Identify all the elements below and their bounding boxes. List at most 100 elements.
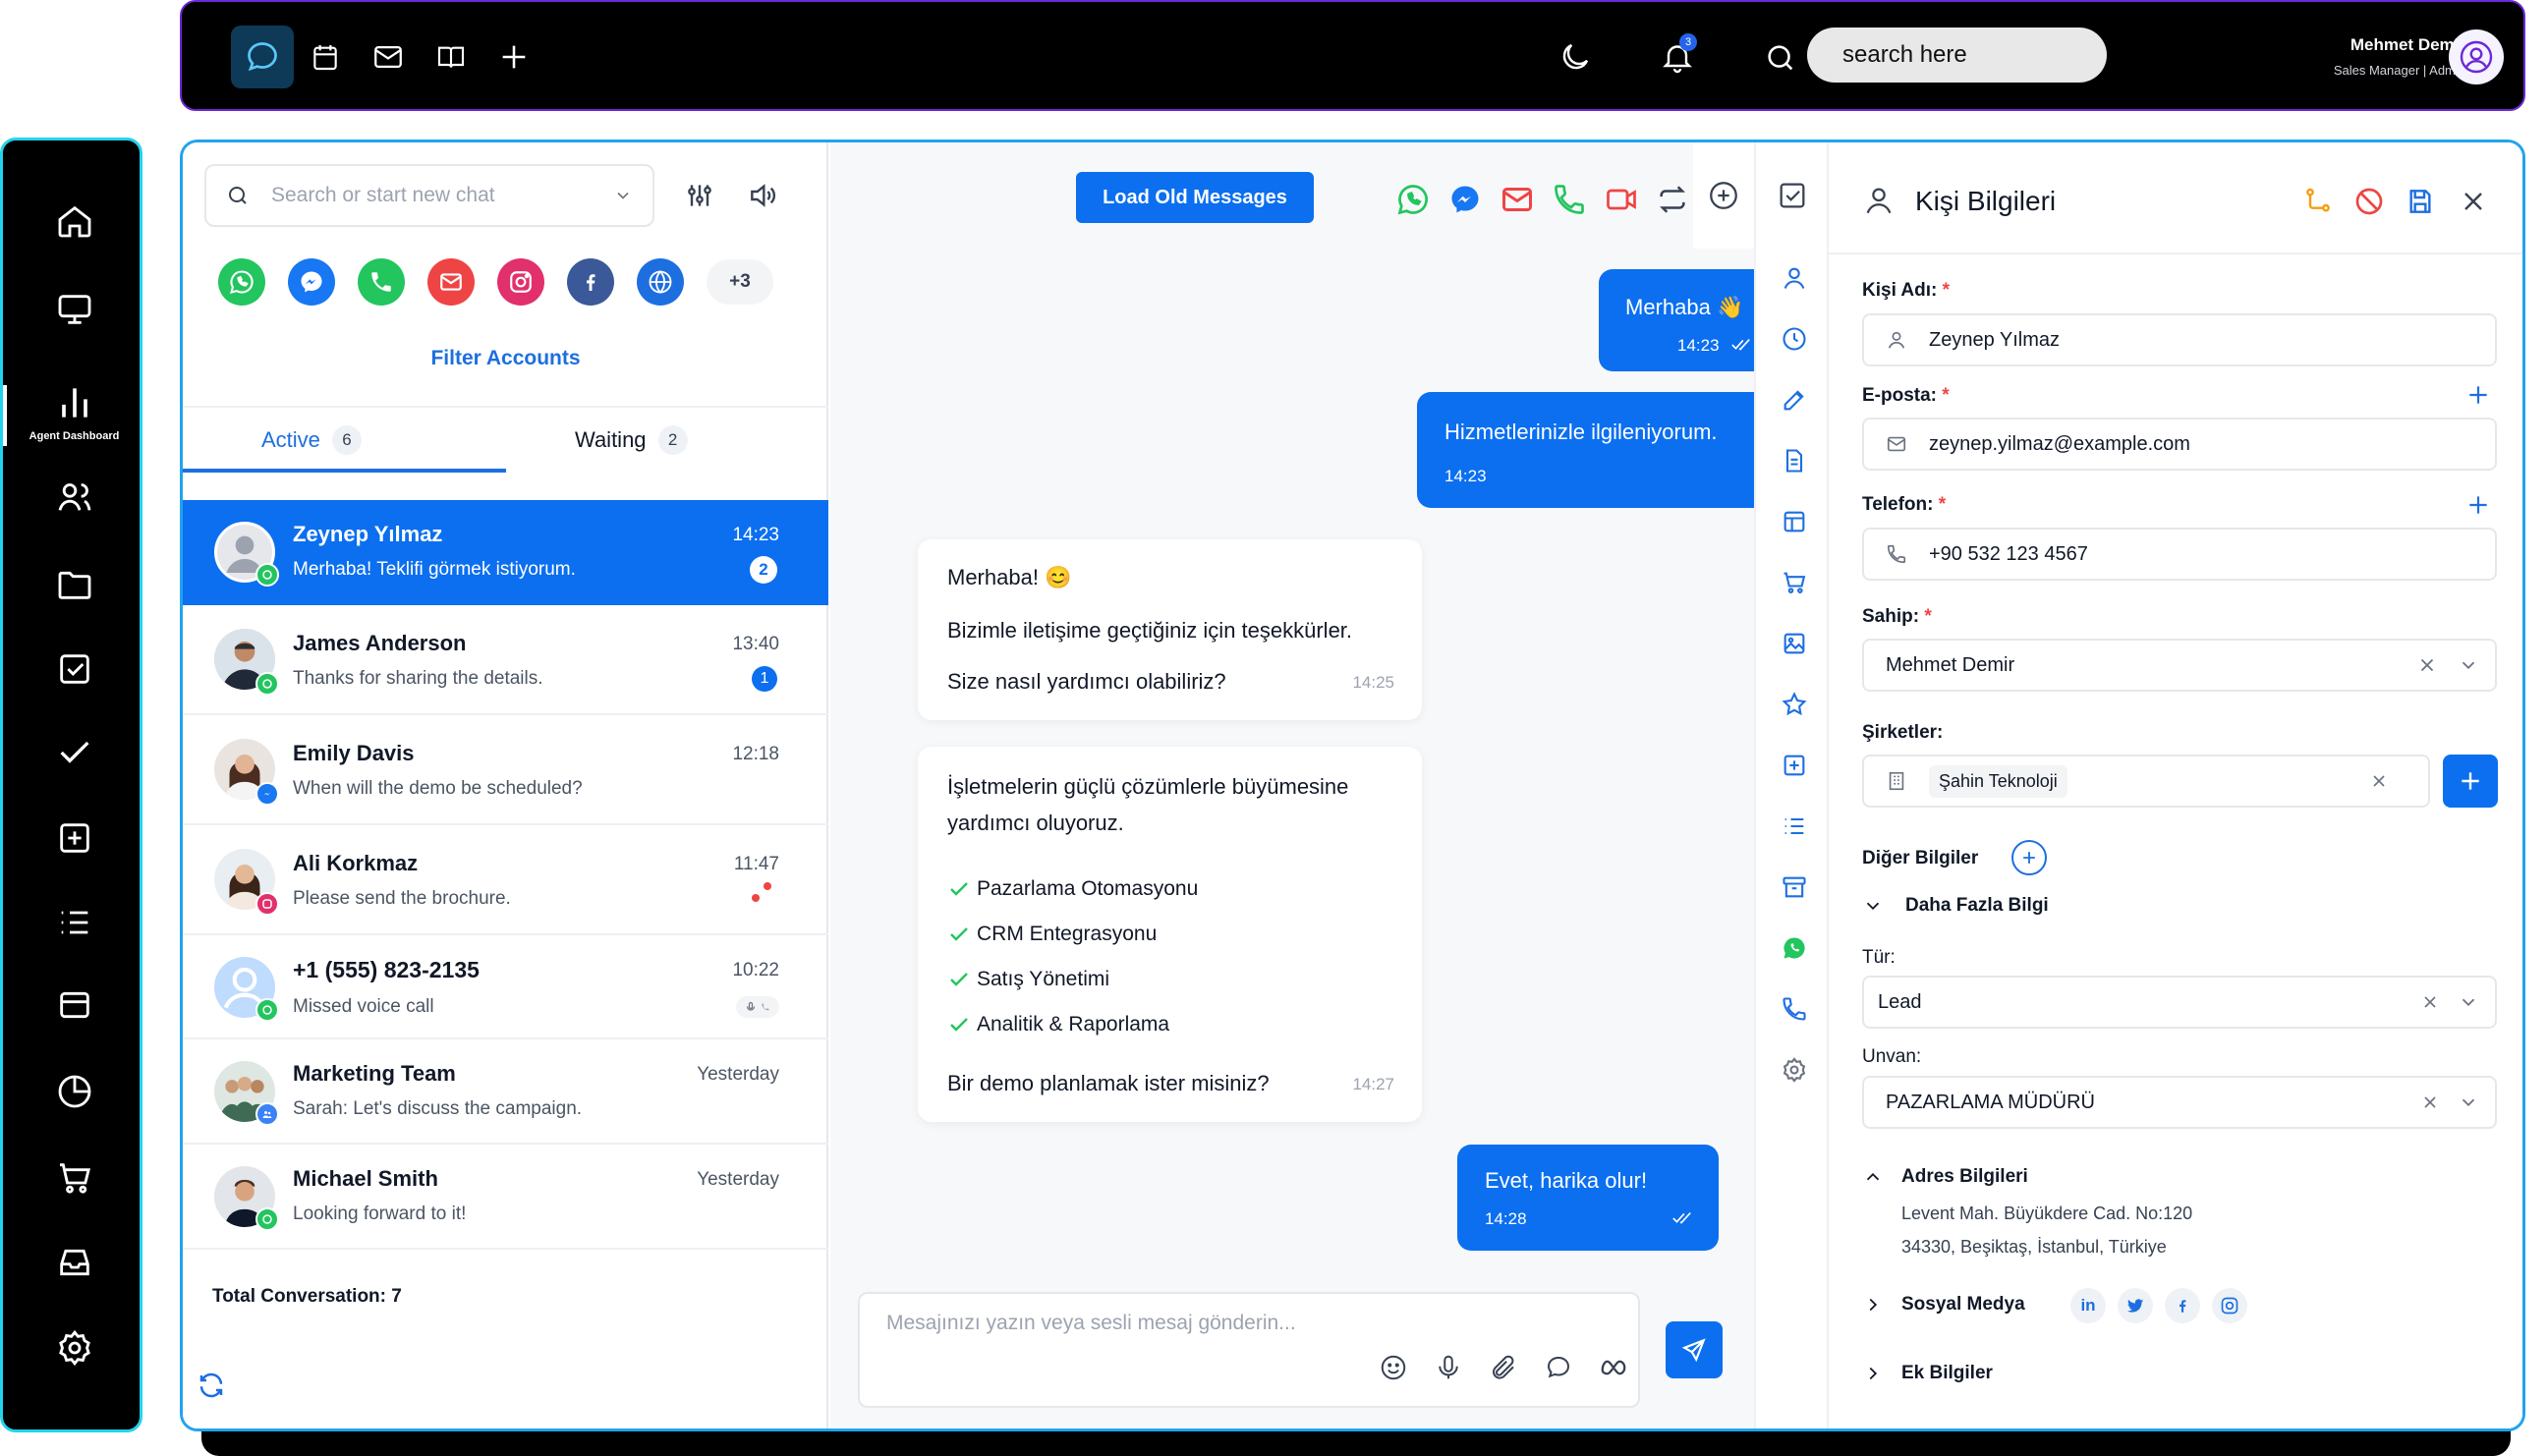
microphone-icon[interactable] xyxy=(1434,1353,1463,1382)
chevron-down-icon[interactable] xyxy=(2458,654,2479,676)
person-icon[interactable] xyxy=(1781,264,1808,292)
facebook-icon[interactable] xyxy=(567,258,614,306)
chat-search-input[interactable]: Search or start new chat xyxy=(204,164,654,227)
meta-icon[interactable] xyxy=(1599,1353,1628,1382)
load-old-messages-button[interactable]: Load Old Messages xyxy=(1076,172,1314,223)
settings-icon[interactable] xyxy=(1781,1056,1808,1084)
repeat-icon[interactable] xyxy=(1656,183,1689,216)
mail-icon[interactable] xyxy=(427,258,475,306)
calendar-icon[interactable] xyxy=(294,26,357,88)
clear-icon[interactable] xyxy=(2420,992,2440,1012)
conversation-item-selected[interactable]: Zeynep Yılmaz Merhaba! Teklifi görmek is… xyxy=(183,500,828,605)
more-accounts-button[interactable]: +3 xyxy=(707,259,773,305)
add-company-button[interactable] xyxy=(2443,755,2498,808)
remove-tag-icon[interactable] xyxy=(2369,771,2389,791)
globe-icon[interactable] xyxy=(637,258,684,306)
sidebar-item-tasks[interactable] xyxy=(3,649,145,689)
chevron-down-icon[interactable] xyxy=(613,186,633,205)
whatsapp-icon[interactable] xyxy=(1781,934,1808,962)
messenger-icon[interactable] xyxy=(288,258,335,306)
chat-icon[interactable] xyxy=(231,26,294,88)
conversation-item[interactable]: James Anderson Thanks for sharing the de… xyxy=(183,605,828,715)
tab-active[interactable]: Active 6 xyxy=(261,408,362,473)
twitter-icon[interactable] xyxy=(2118,1288,2153,1323)
close-icon[interactable] xyxy=(2458,186,2489,217)
sidebar-item-check[interactable] xyxy=(3,733,145,772)
mail-icon[interactable] xyxy=(357,26,420,88)
chevron-down-icon[interactable] xyxy=(2458,991,2479,1013)
send-button[interactable] xyxy=(1666,1321,1723,1378)
conversation-item[interactable]: Ali Korkmaz Please send the brochure. 11… xyxy=(183,825,828,935)
add-phone-icon[interactable] xyxy=(2465,492,2491,518)
sidebar-item-monitor[interactable] xyxy=(3,290,145,329)
emoji-icon[interactable] xyxy=(1379,1353,1408,1382)
task-check-icon[interactable] xyxy=(1756,142,1829,249)
sidebar-item-add[interactable] xyxy=(3,818,145,858)
sidebar-item-folder[interactable] xyxy=(3,565,145,604)
video-icon[interactable] xyxy=(1604,182,1639,217)
phone-field[interactable]: +90 532 123 4567 xyxy=(1862,528,2497,581)
cart-icon[interactable] xyxy=(1781,569,1808,596)
document-icon[interactable] xyxy=(1781,447,1808,475)
messenger-icon[interactable] xyxy=(1447,182,1483,217)
filter-accounts-link[interactable]: Filter Accounts xyxy=(183,347,828,370)
sliders-icon[interactable] xyxy=(684,180,715,211)
save-icon[interactable] xyxy=(2405,186,2436,217)
clear-icon[interactable] xyxy=(2416,654,2438,676)
companies-field[interactable]: Şahin Teknoloji xyxy=(1862,755,2430,808)
archive-icon[interactable] xyxy=(1781,873,1808,901)
extra-info-toggle[interactable]: Ek Bilgiler xyxy=(1862,1363,1993,1384)
type-select[interactable]: Lead xyxy=(1862,976,2497,1029)
star-icon[interactable] xyxy=(1781,691,1808,718)
message-composer[interactable]: Mesajınızı yazın veya sesli mesaj gönder… xyxy=(858,1292,1640,1408)
phone-icon[interactable] xyxy=(1781,995,1808,1023)
avatar[interactable] xyxy=(2449,29,2504,84)
sidebar-item-list[interactable] xyxy=(3,903,145,942)
email-field[interactable]: zeynep.yilmaz@example.com xyxy=(1862,418,2497,471)
more-info-toggle[interactable]: Daha Fazla Bilgi xyxy=(1862,895,2049,917)
search-icon[interactable] xyxy=(1764,41,1797,75)
conversation-item[interactable]: +1 (555) 823-2135 Missed voice call 10:2… xyxy=(183,935,828,1039)
block-icon[interactable] xyxy=(2353,186,2385,217)
linkedin-icon[interactable]: in xyxy=(2070,1288,2106,1323)
book-icon[interactable] xyxy=(420,26,482,88)
phone-icon[interactable] xyxy=(358,258,405,306)
sidebar-item-agent-dashboard[interactable]: Agent Dashboard xyxy=(3,381,145,446)
merge-icon[interactable] xyxy=(2302,186,2334,217)
instagram-icon[interactable] xyxy=(2212,1288,2247,1323)
moon-icon[interactable] xyxy=(1557,39,1593,75)
add-circle-icon[interactable] xyxy=(1693,142,1754,249)
social-toggle[interactable]: Sosyal Medya xyxy=(1862,1294,2025,1316)
clock-icon[interactable] xyxy=(1781,325,1808,353)
refresh-icon[interactable] xyxy=(197,1371,226,1400)
conversation-item[interactable]: Emily Davis When will the demo be schedu… xyxy=(183,715,828,825)
chevron-down-icon[interactable] xyxy=(2458,1092,2479,1113)
sidebar-item-cart[interactable] xyxy=(3,1158,145,1198)
bell-icon[interactable]: 3 xyxy=(1660,33,1697,75)
sidebar-item-home[interactable] xyxy=(3,201,145,241)
paperclip-icon[interactable] xyxy=(1489,1353,1518,1382)
edit-icon[interactable] xyxy=(1781,386,1808,414)
job-title-select[interactable]: PAZARLAMA MÜDÜRÜ xyxy=(1862,1076,2497,1129)
owner-select[interactable]: Mehmet Demir xyxy=(1862,639,2497,692)
layout-icon[interactable] xyxy=(1781,508,1808,535)
whatsapp-icon[interactable] xyxy=(218,258,265,306)
image-icon[interactable] xyxy=(1781,630,1808,657)
sidebar-item-settings[interactable] xyxy=(3,1328,145,1368)
sidebar-item-archive[interactable] xyxy=(3,985,145,1025)
add-square-icon[interactable] xyxy=(1781,752,1808,779)
list-icon[interactable] xyxy=(1781,812,1808,840)
add-other-info-button[interactable] xyxy=(2011,840,2047,875)
instagram-icon[interactable] xyxy=(497,258,544,306)
conversation-item[interactable]: Marketing Team Sarah: Let's discuss the … xyxy=(183,1039,828,1145)
address-toggle[interactable]: Adres Bilgileri xyxy=(1862,1166,2028,1188)
speaker-icon[interactable] xyxy=(747,180,778,211)
mail-icon[interactable] xyxy=(1500,182,1535,217)
sidebar-item-inbox[interactable] xyxy=(3,1243,145,1282)
name-field[interactable]: Zeynep Yılmaz xyxy=(1862,313,2497,366)
whatsapp-icon[interactable] xyxy=(1395,182,1431,217)
sidebar-item-reports[interactable] xyxy=(3,1072,145,1111)
add-email-icon[interactable] xyxy=(2465,382,2491,408)
plus-icon[interactable] xyxy=(482,26,545,88)
phone-icon[interactable] xyxy=(1552,182,1587,217)
